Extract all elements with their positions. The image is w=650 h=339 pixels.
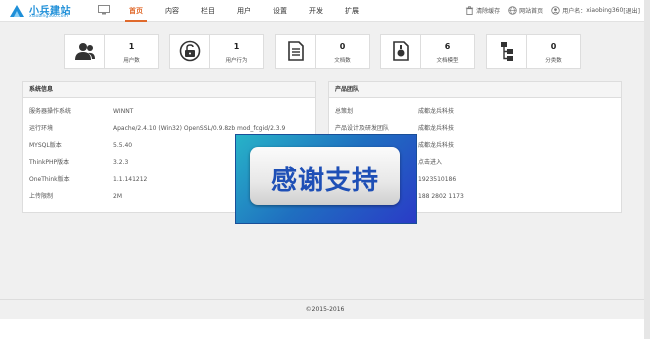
unlock-icon (179, 40, 201, 62)
stat-value: 1 (233, 42, 240, 51)
scrollbar[interactable] (644, 0, 650, 339)
stat-doc-models[interactable]: 6 文档模型 (380, 34, 475, 69)
info-key: 运行环境 (29, 125, 54, 132)
file-model-icon (393, 41, 409, 61)
panel-title: 系统信息 (23, 82, 315, 98)
stat-value: 0 (550, 42, 557, 51)
overlay-text: 感谢支持 (270, 166, 379, 196)
main-nav: 首页 内容 栏目 用户 设置 开发 扩展 (118, 0, 370, 22)
user-label: 用户名： (562, 8, 587, 15)
nav-extend[interactable]: 扩展 (334, 0, 370, 22)
stat-documents[interactable]: 0 文档数 (275, 34, 370, 69)
info-value: 5.5.40 (113, 142, 133, 149)
site-home-label: 网站首页 (519, 8, 544, 15)
info-key: ThinkPHP版本 (29, 159, 70, 166)
info-key: MYSQL版本 (29, 142, 62, 149)
footer: ©2015-2016 (0, 299, 650, 319)
info-key: 总策划 (335, 108, 354, 115)
stat-label: 文档模型 (436, 58, 459, 64)
stat-icon-box (65, 35, 105, 68)
stat-icon-box (381, 35, 421, 68)
stat-user-actions[interactable]: 1 用户行为 (169, 34, 264, 69)
stat-label: 文档数 (334, 58, 351, 64)
stat-icon-box (487, 35, 527, 68)
nav-users[interactable]: 用户 (226, 0, 262, 22)
clear-cache-link[interactable]: 清除缓存 (465, 6, 500, 15)
info-value: 成都龙兵科技 (418, 142, 455, 149)
visit-link[interactable]: 点击进入 (418, 157, 442, 169)
stat-categories[interactable]: 0 分类数 (486, 34, 581, 69)
info-value: 3.2.3 (113, 159, 129, 166)
logo-subtitle: xiaobing360.com (29, 14, 68, 19)
header-actions: 清除缓存 网站首页 用户名： xiaobing360 [退出] (457, 6, 640, 15)
info-value: 成都龙兵科技 (418, 125, 455, 132)
info-row: 服务器操作系统 WINNT (23, 106, 315, 118)
document-icon (288, 41, 304, 61)
info-row: 总策划 成都龙兵科技 (329, 106, 621, 118)
stat-users[interactable]: 1 用户数 (64, 34, 159, 69)
info-value: 2M (113, 193, 122, 200)
logo-mark-icon (10, 5, 24, 17)
trash-icon (466, 6, 474, 15)
globe-icon (508, 6, 517, 15)
overlay-card: 感谢支持 (250, 147, 400, 205)
info-value: WINNT (113, 108, 134, 115)
info-key: OneThink版本 (29, 176, 70, 183)
stat-label: 用户数 (123, 58, 140, 64)
info-value: 188 2802 1173 (418, 193, 464, 200)
stat-label: 分类数 (545, 58, 562, 64)
info-value: 1.1.141212 (113, 176, 148, 183)
info-value: 成都龙兵科技 (418, 108, 455, 115)
nav-develop[interactable]: 开发 (298, 0, 334, 22)
stat-label: 用户行为 (225, 58, 248, 64)
info-key: 上传限制 (29, 193, 54, 200)
top-header: 小兵建站 xiaobing360.com 首页 内容 栏目 用户 设置 开发 扩… (0, 0, 650, 22)
panel-title: 产品团队 (329, 82, 621, 98)
logout-link[interactable]: [退出] (623, 6, 640, 15)
site-logo[interactable]: 小兵建站 xiaobing360.com (8, 2, 88, 20)
info-key: 服务器操作系统 (29, 108, 72, 115)
info-value: 1923510186 (418, 176, 457, 183)
stat-icon-box (170, 35, 210, 68)
user-info: 用户名： xiaobing360 [退出] (551, 6, 640, 15)
copyright: ©2015-2016 (305, 306, 345, 313)
site-home-link[interactable]: 网站首页 (508, 6, 543, 15)
stat-value: 6 (444, 42, 451, 51)
username: xiaobing360 (586, 7, 624, 14)
nav-settings[interactable]: 设置 (262, 0, 298, 22)
category-tree-icon (501, 42, 513, 61)
stat-value: 1 (128, 42, 135, 51)
clear-cache-label: 清除缓存 (476, 8, 501, 15)
nav-category[interactable]: 栏目 (190, 0, 226, 22)
nav-content[interactable]: 内容 (154, 0, 190, 22)
stat-icon-box (276, 35, 316, 68)
thanks-overlay[interactable]: 感谢支持 (235, 134, 417, 224)
nav-home[interactable]: 首页 (118, 0, 154, 22)
bottom-area (0, 319, 650, 339)
users-icon (75, 43, 95, 60)
stat-value: 0 (339, 42, 346, 51)
user-icon (551, 6, 560, 15)
monitor-icon[interactable] (98, 5, 110, 15)
